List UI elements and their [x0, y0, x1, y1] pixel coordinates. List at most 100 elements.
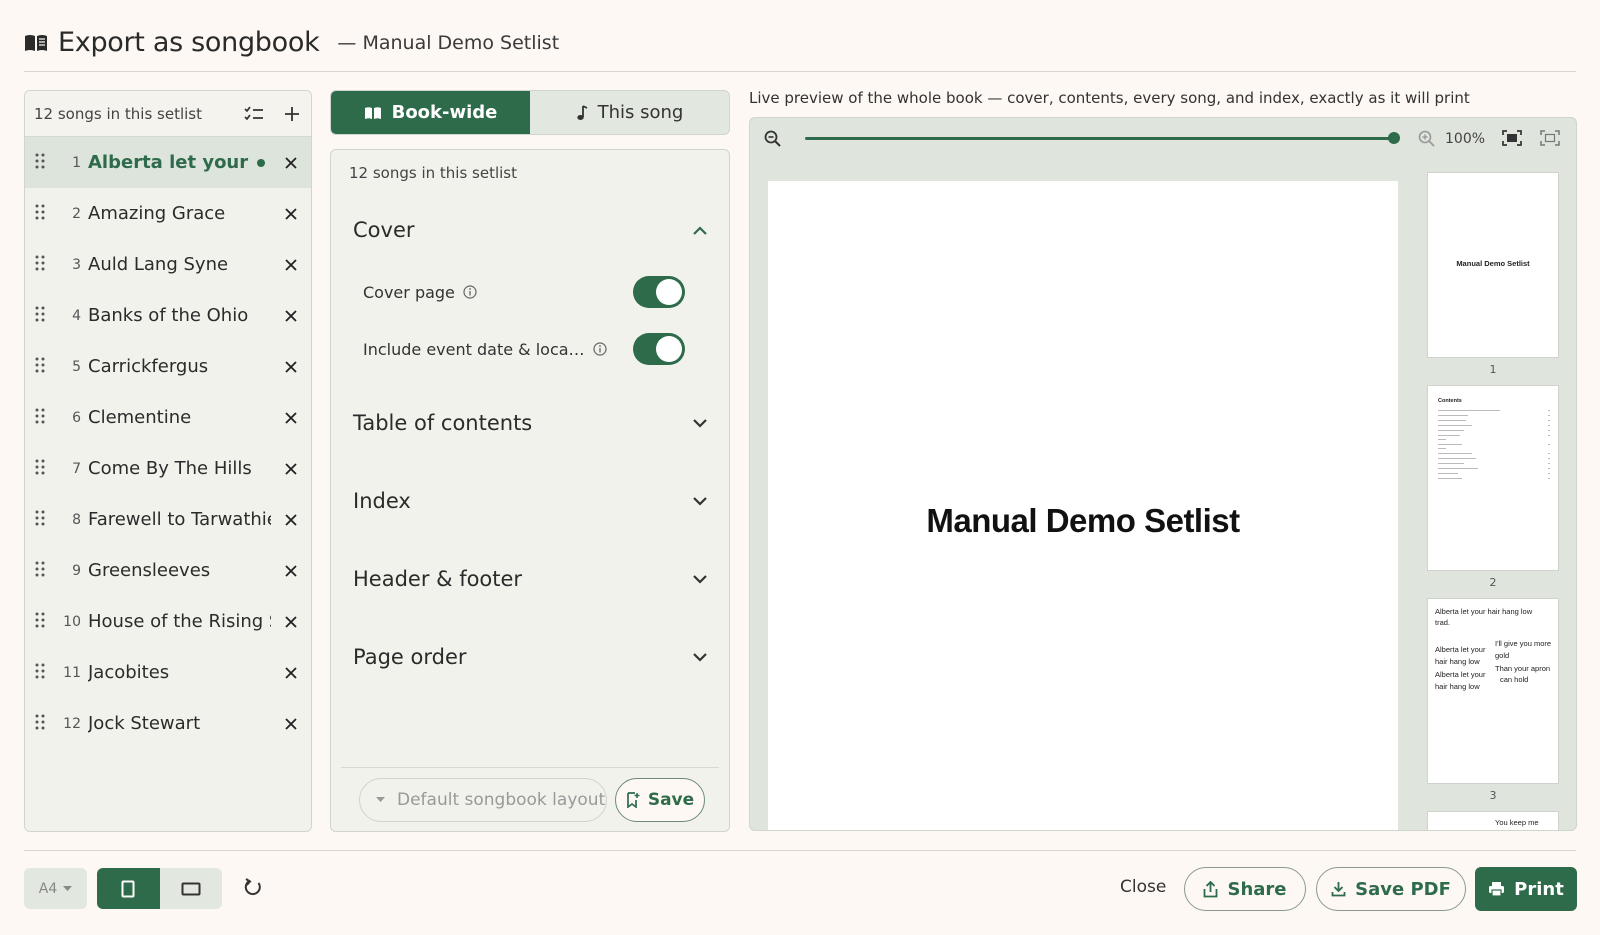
song-row[interactable]: 2 Amazing Grace	[25, 188, 311, 239]
tab-this-song[interactable]: This song	[530, 91, 729, 134]
cover-page-row: Cover page	[363, 275, 685, 309]
chevron-down-icon	[693, 652, 707, 662]
select-songs-button[interactable]	[235, 105, 273, 122]
drag-handle-icon[interactable]	[35, 408, 47, 428]
song-row[interactable]: 11 Jacobites	[25, 647, 311, 698]
drag-handle-icon[interactable]	[35, 459, 47, 479]
chevron-down-icon	[693, 418, 707, 428]
landscape-button[interactable]	[160, 868, 223, 909]
cover-page-toggle[interactable]	[633, 276, 685, 308]
section-cover[interactable]: Cover	[353, 212, 707, 248]
save-pdf-button[interactable]: Save PDF	[1316, 867, 1466, 911]
remove-song-button[interactable]	[271, 411, 311, 424]
drag-handle-icon[interactable]	[35, 612, 47, 632]
drag-handle-icon[interactable]	[35, 255, 47, 275]
drag-handle-icon[interactable]	[35, 714, 47, 734]
tab-label: Book-wide	[391, 102, 498, 123]
song-row[interactable]: 10 House of the Rising S…	[25, 596, 311, 647]
drag-handle-icon[interactable]	[35, 357, 47, 377]
paper-size-select[interactable]: A4	[24, 868, 87, 909]
section-table-of-contents[interactable]: Table of contents	[353, 405, 707, 441]
song-row[interactable]: 12 Jock Stewart	[25, 698, 311, 749]
page-thumbnail[interactable]: Contents	[1427, 385, 1559, 571]
portrait-button[interactable]	[97, 868, 160, 909]
include-event-row: Include event date & loca…	[363, 332, 685, 366]
remove-song-button[interactable]	[271, 360, 311, 373]
rotate-icon	[244, 878, 261, 896]
song-row[interactable]: 8 Farewell to Tarwathie	[25, 494, 311, 545]
page-thumbnail[interactable]: You keep me	[1427, 811, 1559, 830]
close-icon	[285, 615, 297, 628]
remove-song-button[interactable]	[271, 258, 311, 271]
close-button[interactable]: Close	[1120, 877, 1166, 897]
add-song-button[interactable]	[273, 106, 311, 122]
share-button[interactable]: Share	[1184, 867, 1306, 911]
song-number: 7	[72, 460, 81, 477]
fit-page-icon	[1502, 130, 1522, 146]
song-number: 5	[72, 358, 81, 375]
include-event-toggle[interactable]	[633, 333, 685, 365]
remove-song-button[interactable]	[271, 309, 311, 322]
page-thumbnail[interactable]: Manual Demo Setlist	[1427, 172, 1559, 358]
fit-page-button[interactable]	[1502, 130, 1522, 150]
drag-handle-icon[interactable]	[35, 204, 47, 224]
printer-icon	[1489, 882, 1505, 897]
song-row[interactable]: 4 Banks of the Ohio	[25, 290, 311, 341]
reset-button[interactable]	[244, 878, 263, 901]
song-title: Amazing Grace	[88, 203, 226, 224]
remove-song-button[interactable]	[271, 564, 311, 577]
save-pdf-label: Save PDF	[1355, 878, 1451, 900]
section-index[interactable]: Index	[353, 483, 707, 519]
save-layout-button[interactable]: Save	[615, 777, 705, 822]
current-song-dot	[257, 158, 265, 167]
layout-select[interactable]: Default songbook layout	[359, 777, 607, 822]
fullscreen-button[interactable]	[1540, 130, 1560, 150]
drag-handle-icon[interactable]	[35, 510, 47, 530]
print-button[interactable]: Print	[1475, 867, 1577, 911]
song-row[interactable]: 5 Carrickfergus	[25, 341, 311, 392]
drag-handle-icon[interactable]	[35, 306, 47, 326]
section-header-footer[interactable]: Header & footer	[353, 561, 707, 597]
remove-song-button[interactable]	[271, 462, 311, 475]
remove-song-button[interactable]	[271, 666, 311, 679]
song-row[interactable]: 9 Greensleeves	[25, 545, 311, 596]
scope-tabs: Book-wide This song	[330, 90, 730, 135]
zoom-slider-thumb[interactable]	[1388, 132, 1400, 144]
zoom-slider[interactable]	[805, 137, 1393, 140]
song-row[interactable]: 7 Come By The Hills	[25, 443, 311, 494]
orientation-toggle	[97, 868, 222, 909]
info-icon[interactable]	[463, 285, 477, 299]
zoom-out-icon	[764, 130, 781, 147]
remove-song-button[interactable]	[271, 615, 311, 628]
zoom-out-button[interactable]	[764, 130, 781, 151]
remove-song-button[interactable]	[271, 717, 311, 730]
zoom-in-button[interactable]	[1418, 130, 1435, 151]
close-icon	[285, 564, 297, 577]
settings-song-count: 12 songs in this setlist	[349, 164, 517, 182]
settings-footer: Default songbook layout Save	[341, 767, 719, 831]
song-row[interactable]: 1 Alberta let your ha…	[25, 137, 311, 188]
info-icon[interactable]	[592, 342, 607, 356]
section-page-order[interactable]: Page order	[353, 639, 707, 675]
drag-handle-icon[interactable]	[35, 663, 47, 683]
song-title: Farewell to Tarwathie	[88, 509, 271, 530]
remove-song-button[interactable]	[271, 156, 311, 169]
tab-book-wide[interactable]: Book-wide	[331, 91, 530, 134]
close-icon	[285, 156, 297, 169]
preview-page: Manual Demo Setlist	[768, 181, 1398, 830]
remove-song-button[interactable]	[271, 207, 311, 220]
plus-icon	[285, 106, 299, 121]
remove-song-button[interactable]	[271, 513, 311, 526]
thumb-lyric-line: hair hang low	[1435, 657, 1480, 666]
song-row[interactable]: 6 Clementine	[25, 392, 311, 443]
preview-toolbar: 100%	[750, 118, 1576, 158]
checklist-icon	[244, 105, 263, 120]
song-row[interactable]: 3 Auld Lang Syne	[25, 239, 311, 290]
close-icon	[285, 258, 297, 271]
thumb-page-number: 1	[1489, 363, 1497, 376]
drag-handle-icon[interactable]	[35, 153, 47, 173]
drag-handle-icon[interactable]	[35, 561, 47, 581]
page-thumbnail[interactable]: Alberta let your hair hang low trad. Alb…	[1427, 598, 1559, 784]
song-title: Jock Stewart	[88, 713, 201, 734]
song-title: Come By The Hills	[88, 458, 252, 479]
